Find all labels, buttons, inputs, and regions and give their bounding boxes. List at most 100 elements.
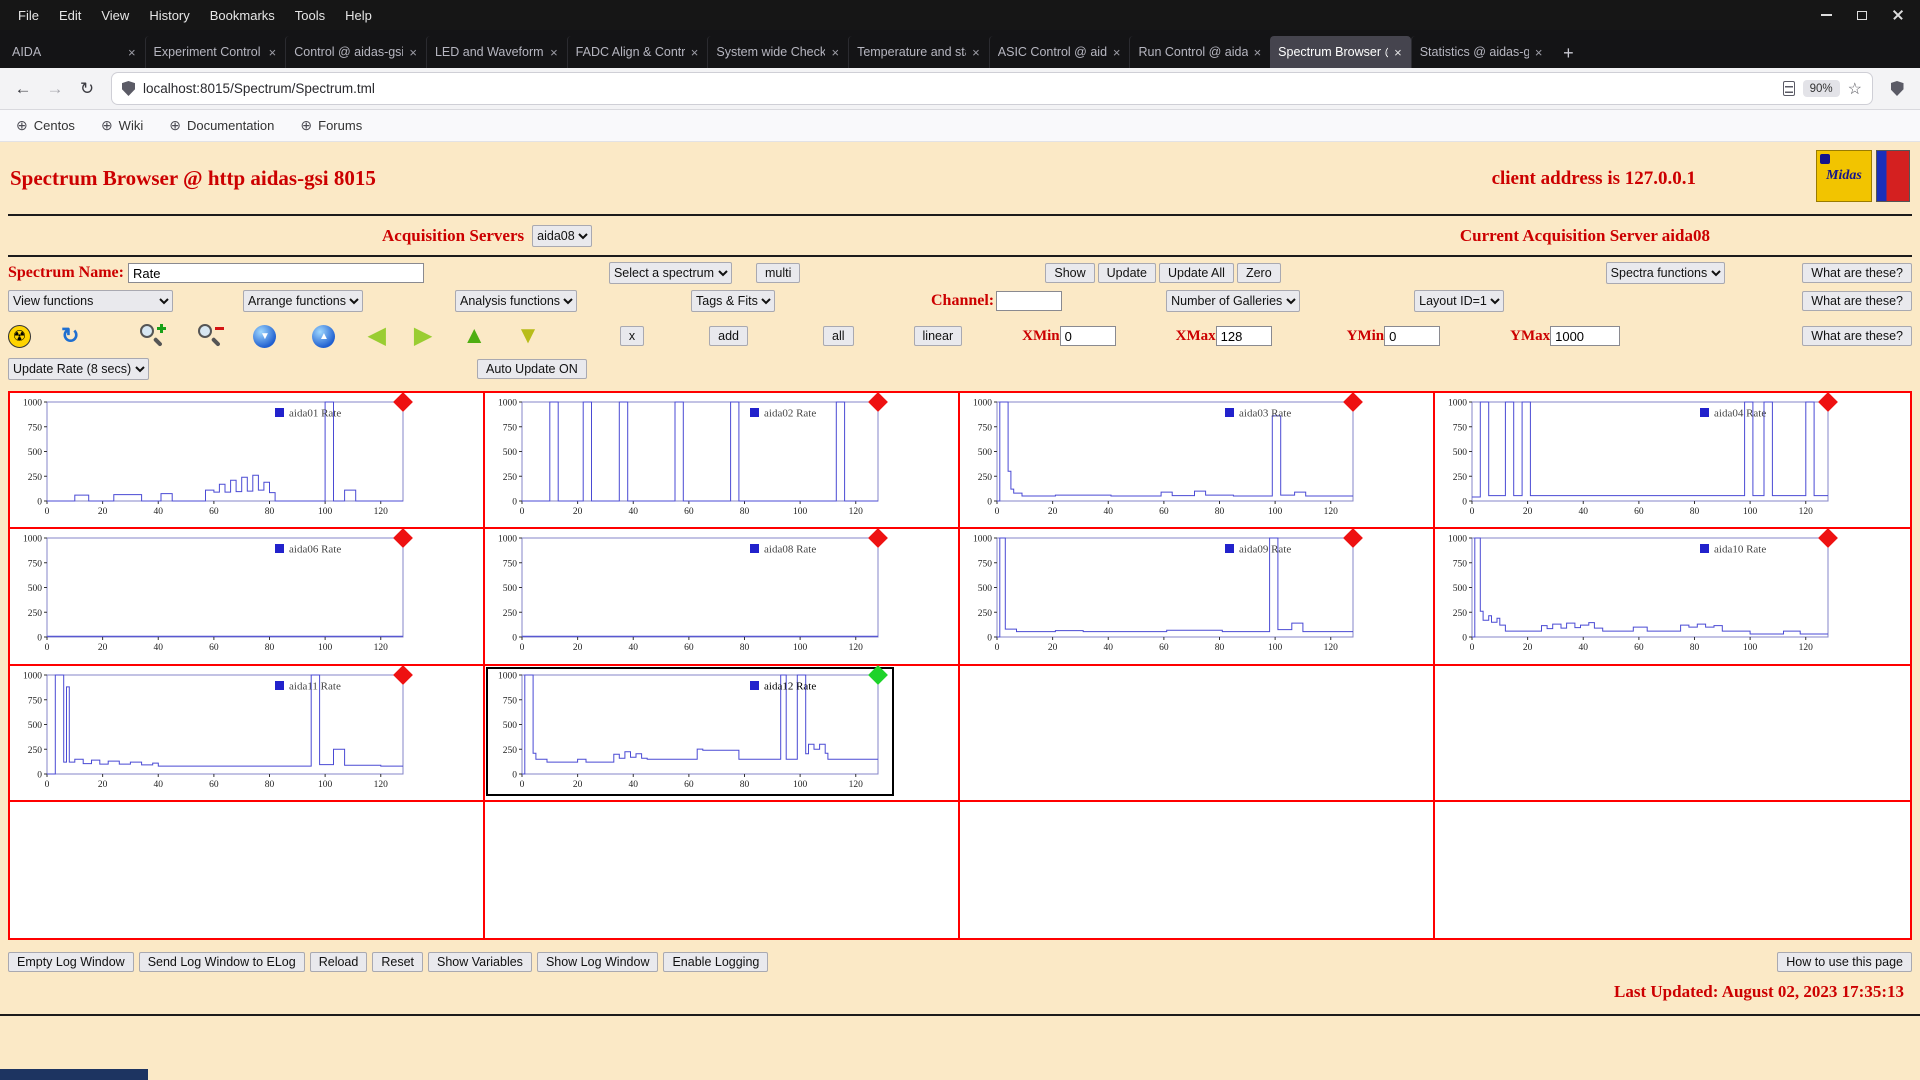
tab-led-and-waveform-c[interactable]: LED and Waveform C × — [425, 36, 567, 68]
update-rate-select[interactable]: Update Rate (8 secs) — [8, 358, 149, 380]
menu-edit[interactable]: Edit — [49, 4, 91, 27]
tab-close-icon[interactable]: × — [1253, 45, 1263, 60]
reset-button[interactable]: Reset — [372, 952, 423, 972]
gallery-cell[interactable]: 0 250 500 750 1000 0 20 40 60 80 100 120 aida02 Rate — [485, 392, 960, 529]
analysis-functions-select[interactable]: Analysis functions — [455, 290, 577, 312]
bookmark-documentation[interactable]: ⊕ Documentation — [169, 117, 274, 134]
refresh-icon[interactable]: ↻ — [61, 323, 79, 349]
auto-update-button[interactable]: Auto Update ON — [477, 359, 587, 379]
tab-close-icon[interactable]: × — [690, 45, 700, 60]
reload-button[interactable]: ↻ — [72, 74, 102, 104]
xmax-input[interactable] — [1215, 326, 1272, 346]
arrow-right-icon[interactable]: ▶ — [414, 324, 432, 348]
gallery-cell[interactable]: 0 250 500 750 1000 0 20 40 60 80 100 120 aida10 Rate — [1435, 528, 1910, 666]
empty-log-window-button[interactable]: Empty Log Window — [8, 952, 134, 972]
multi-button[interactable]: multi — [755, 263, 801, 283]
spectrum-chart-aida02[interactable]: 0 250 500 750 1000 0 20 40 60 80 100 120 aida02 Rate — [488, 396, 892, 521]
arrange-functions-select[interactable]: Arrange functions — [243, 290, 363, 312]
bookmark-forums[interactable]: ⊕ Forums — [300, 117, 362, 134]
menu-history[interactable]: History — [139, 4, 199, 27]
forward-button[interactable]: → — [40, 74, 70, 104]
spectrum-chart-aida08[interactable]: 0 250 500 750 1000 0 20 40 60 80 100 120 aida08 Rate — [488, 532, 892, 657]
tab-control-aidas-gsi[interactable]: Control @ aidas-gsi × — [285, 36, 426, 68]
zoom-in-icon[interactable] — [139, 323, 167, 349]
tab-run-control-aidas[interactable]: Run Control @ aidas × — [1129, 36, 1270, 68]
spectrum-chart-aida10[interactable]: 0 250 500 750 1000 0 20 40 60 80 100 120 aida10 Rate — [1438, 532, 1842, 657]
tab-close-icon[interactable]: × — [408, 45, 418, 60]
spectrum-chart-aida01[interactable]: 0 250 500 750 1000 0 20 40 60 80 100 120 aida01 Rate — [13, 396, 417, 521]
channel-input[interactable] — [996, 291, 1063, 311]
linear-button[interactable]: linear — [913, 326, 963, 346]
radiation-icon[interactable]: ☢ — [8, 324, 31, 348]
bookmark-centos[interactable]: ⊕ Centos — [16, 117, 75, 134]
tab-system-wide-checks[interactable]: System wide Checks × — [707, 36, 848, 68]
all-button[interactable]: all — [823, 326, 854, 346]
tab-close-icon[interactable]: × — [1112, 45, 1122, 60]
view-functions-select[interactable]: View functions — [8, 290, 173, 312]
show-log-window-button[interactable]: Show Log Window — [536, 952, 659, 972]
arrow-up-icon[interactable]: ▲ — [462, 324, 486, 348]
menu-bookmarks[interactable]: Bookmarks — [200, 4, 285, 27]
tab-close-icon[interactable]: × — [127, 45, 137, 60]
gallery-cell[interactable]: 0 250 500 750 1000 0 20 40 60 80 100 120 aida08 Rate — [485, 528, 960, 666]
menu-view[interactable]: View — [91, 4, 139, 27]
gallery-cell[interactable]: 0 250 500 750 1000 0 20 40 60 80 100 120 aida11 Rate — [10, 665, 485, 802]
tracking-protection-shield-icon[interactable] — [122, 81, 135, 96]
maximize-button[interactable] — [1846, 2, 1878, 28]
what-are-these-button-1[interactable]: What are these? — [1802, 263, 1912, 283]
what-are-these-button-2[interactable]: What are these? — [1802, 291, 1912, 311]
tab-experiment-control[interactable]: Experiment Control @ × — [144, 36, 286, 68]
menu-file[interactable]: File — [8, 4, 49, 27]
protections-icon[interactable] — [1882, 74, 1912, 104]
gallery-cell[interactable]: 0 250 500 750 1000 0 20 40 60 80 100 120 aida12 Rate — [485, 665, 960, 802]
acquisition-server-select[interactable]: aida08 — [532, 225, 593, 247]
tags-fits-select[interactable]: Tags & Fits — [691, 290, 775, 312]
spectrum-chart-aida09[interactable]: 0 250 500 750 1000 0 20 40 60 80 100 120 aida09 Rate — [963, 532, 1367, 657]
spectrum-chart-aida03[interactable]: 0 250 500 750 1000 0 20 40 60 80 100 120 aida03 Rate — [963, 396, 1367, 521]
spectrum-chart-aida11[interactable]: 0 250 500 750 1000 0 20 40 60 80 100 120 aida11 Rate — [13, 669, 417, 794]
url-bar[interactable]: localhost:8015/Spectrum/Spectrum.tml 90%… — [112, 73, 1872, 104]
arrow-left-icon[interactable]: ◀ — [367, 324, 385, 348]
tab-temperature-and-sta[interactable]: Temperature and sta × — [848, 36, 989, 68]
enable-logging-button[interactable]: Enable Logging — [663, 952, 769, 972]
zero-button[interactable]: Zero — [1236, 263, 1281, 283]
minimize-button[interactable] — [1810, 2, 1842, 28]
collapse-icon[interactable]: ▼ — [253, 324, 277, 348]
gallery-cell[interactable]: 0 250 500 750 1000 0 20 40 60 80 100 120 aida03 Rate — [960, 392, 1435, 529]
x-button[interactable]: x — [619, 326, 645, 346]
new-tab-button[interactable]: + — [1553, 38, 1583, 68]
menu-tools[interactable]: Tools — [285, 4, 335, 27]
layout-id-select[interactable]: Layout ID=1 — [1414, 290, 1505, 312]
tab-close-icon[interactable]: × — [830, 45, 840, 60]
tab-close-icon[interactable]: × — [268, 45, 278, 60]
tab-fadc-align-contro[interactable]: FADC Align & Contro × — [566, 36, 708, 68]
what-are-these-button-3[interactable]: What are these? — [1802, 326, 1912, 346]
menu-help[interactable]: Help — [335, 4, 382, 27]
close-button[interactable] — [1882, 2, 1914, 28]
how-to-use-button[interactable]: How to use this page — [1777, 952, 1912, 972]
zoom-out-icon[interactable] — [197, 323, 225, 349]
update-all-button[interactable]: Update All — [1158, 263, 1234, 283]
reader-mode-icon[interactable] — [1782, 81, 1795, 96]
gallery-cell[interactable]: 0 250 500 750 1000 0 20 40 60 80 100 120 aida09 Rate — [960, 528, 1435, 666]
add-button[interactable]: add — [709, 326, 749, 346]
bookmark-wiki[interactable]: ⊕ Wiki — [101, 117, 143, 134]
send-log-window-to-elog-button[interactable]: Send Log Window to ELog — [138, 952, 305, 972]
ymin-input[interactable] — [1384, 326, 1441, 346]
number-of-galleries-select[interactable]: Number of Galleries — [1166, 290, 1301, 312]
tab-asic-control-aida[interactable]: ASIC Control @ aida × — [988, 36, 1130, 68]
tab-close-icon[interactable]: × — [971, 45, 981, 60]
show-button[interactable]: Show — [1045, 263, 1095, 283]
expand-icon[interactable]: ▲ — [312, 324, 336, 348]
spectrum-chart-aida06[interactable]: 0 250 500 750 1000 0 20 40 60 80 100 120 aida06 Rate — [13, 532, 417, 657]
spectrum-chart-aida04[interactable]: 0 250 500 750 1000 0 20 40 60 80 100 120 aida04 Rate — [1438, 396, 1842, 521]
tab-close-icon[interactable]: × — [549, 45, 559, 60]
spectrum-name-input[interactable] — [127, 263, 424, 283]
arrow-down-icon[interactable]: ▼ — [516, 324, 540, 348]
tab-statistics-aidas-gsi[interactable]: Statistics @ aidas-gsi × — [1410, 36, 1552, 68]
bookmark-star-icon[interactable]: ☆ — [1848, 79, 1862, 99]
xmin-input[interactable] — [1059, 326, 1116, 346]
spectrum-chart-aida12[interactable]: 0 250 500 750 1000 0 20 40 60 80 100 120 aida12 Rate — [486, 667, 894, 796]
tab-close-icon[interactable]: × — [1534, 45, 1544, 60]
back-button[interactable]: ← — [8, 74, 38, 104]
